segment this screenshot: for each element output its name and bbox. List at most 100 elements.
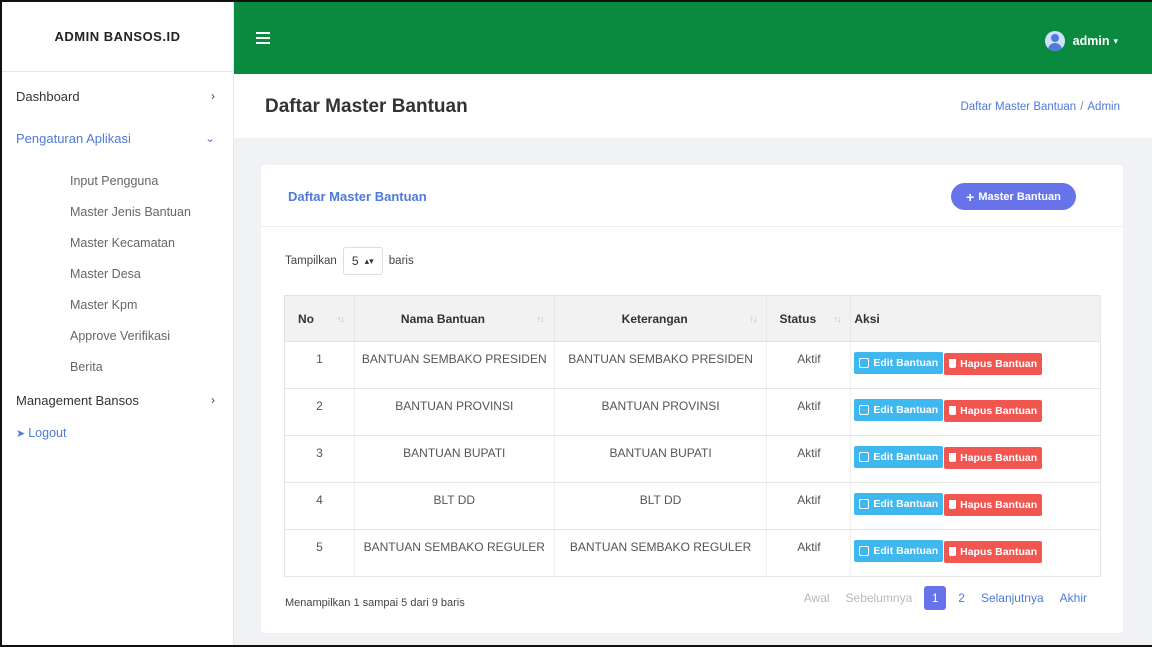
pager-previous[interactable]: Sebelumnya [838,583,921,613]
sidebar-item-pengaturan-aplikasi[interactable]: Pengaturan Aplikasi ⌄ [2,117,233,159]
page-length-control: Tampilkan 5 ▴▾ baris [285,247,414,275]
trash-icon [949,453,957,462]
edit-icon [859,358,870,368]
submenu-item-berita[interactable]: Berita [2,351,233,382]
table-info: Menampilkan 1 sampai 5 dari 9 baris [285,597,465,609]
cell-keterangan: BANTUAN SEMBAKO REGULER [554,529,768,577]
brand-logo[interactable]: ADMIN BANSOS.ID [2,2,233,72]
hapus-bantuan-button[interactable]: Hapus Bantuan [944,352,1043,375]
submenu-item-master-desa[interactable]: Master Desa [2,258,233,289]
user-menu[interactable]: admin ▾ [1044,31,1118,51]
sidebar: ADMIN BANSOS.ID Dashboard › Pengaturan A… [2,2,234,645]
length-prefix: Tampilkan [285,255,337,267]
logout-link[interactable]: ➤ Logout [2,418,233,448]
cell-no: 4 [284,482,355,530]
edit-bantuan-button[interactable]: Edit Bantuan [854,540,944,562]
cell-keterangan: BANTUAN SEMBAKO PRESIDEN [554,341,768,389]
edit-bantuan-button[interactable]: Edit Bantuan [854,399,944,421]
master-bantuan-card: Daftar Master Bantuan + Master Bantuan T… [261,165,1123,633]
cell-keterangan: BLT DD [554,482,768,530]
submenu-item-approve-verifikasi[interactable]: Approve Verifikasi [2,320,233,351]
cell-no: 1 [284,341,355,389]
cell-nama-bantuan: BANTUAN SEMBAKO REGULER [354,529,555,577]
cell-nama-bantuan: BANTUAN PROVINSI [354,388,555,436]
column-header-keterangan[interactable]: Keterangan ↑↓ [554,295,768,342]
cell-aksi: Edit Bantuan Hapus Bantuan [850,341,1101,389]
topbar: admin ▾ [234,2,1152,74]
hapus-bantuan-button[interactable]: Hapus Bantuan [944,446,1043,469]
cell-nama-bantuan: BANTUAN BUPATI [354,435,555,483]
cell-aksi: Edit Bantuan Hapus Bantuan [850,482,1101,530]
submenu-item-input-pengguna[interactable]: Input Pengguna [2,165,233,196]
chevron-down-icon: ⌄ [204,131,215,145]
cell-no: 5 [284,529,355,577]
cell-aksi: Edit Bantuan Hapus Bantuan [850,529,1101,577]
column-header-status[interactable]: Status ↑↓ [766,295,852,342]
sort-icon: ↑↓ [749,314,757,324]
trash-icon [949,547,957,556]
logout-icon: ➤ [16,427,26,440]
cell-status: Aktif [766,341,852,389]
chevron-right-icon: › [211,89,215,103]
plus-icon: + [966,188,975,205]
trash-icon [949,406,957,415]
table-row: 1 BANTUAN SEMBAKO PRESIDEN BANTUAN SEMBA… [284,341,1101,389]
pager-page-1[interactable]: 1 [924,586,947,610]
cell-no: 3 [284,435,355,483]
sort-icon: ↑↓ [833,314,841,324]
page-length-value: 5 [351,254,359,268]
pager-last[interactable]: Akhir [1052,583,1095,613]
sidebar-item-label: Pengaturan Aplikasi [16,130,131,146]
submenu-item-master-jenis-bantuan[interactable]: Master Jenis Bantuan [2,196,233,227]
submenu: Input Pengguna Master Jenis Bantuan Mast… [2,165,233,382]
column-header-no[interactable]: No ↑↓ [284,295,355,342]
edit-icon [859,452,870,462]
caret-down-icon: ▾ [1113,35,1118,46]
card-header: Daftar Master Bantuan + Master Bantuan [261,165,1123,227]
table-row: 2 BANTUAN PROVINSI BANTUAN PROVINSI Akti… [284,388,1101,436]
pager-next[interactable]: Selanjutnya [973,583,1052,613]
cell-status: Aktif [766,435,852,483]
cell-status: Aktif [766,482,852,530]
page-length-select[interactable]: 5 ▴▾ [342,247,383,275]
select-arrows-icon: ▴▾ [364,255,374,266]
edit-icon [859,499,870,509]
sidebar-item-dashboard[interactable]: Dashboard › [2,76,233,116]
add-master-bantuan-button[interactable]: + Master Bantuan [951,183,1076,210]
cell-aksi: Edit Bantuan Hapus Bantuan [850,435,1101,483]
hapus-bantuan-button[interactable]: Hapus Bantuan [944,540,1043,563]
hapus-bantuan-button[interactable]: Hapus Bantuan [944,399,1043,422]
sidebar-item-label: Dashboard [16,88,80,104]
cell-status: Aktif [766,529,852,577]
cell-aksi: Edit Bantuan Hapus Bantuan [850,388,1101,436]
sidebar-item-management-bansos[interactable]: Management Bansos › [2,382,233,418]
breadcrumb: Daftar Master Bantuan / Admin [960,101,1120,113]
edit-bantuan-button[interactable]: Edit Bantuan [854,352,944,374]
pager-first[interactable]: Awal [796,583,838,613]
hapus-bantuan-button[interactable]: Hapus Bantuan [944,493,1043,516]
pagination: Awal Sebelumnya 1 2 Selanjutnya Akhir [796,583,1095,613]
pager-page-2[interactable]: 2 [950,583,973,613]
main-content: Daftar Master Bantuan Daftar Master Bant… [234,74,1152,645]
cell-keterangan: BANTUAN BUPATI [554,435,768,483]
add-button-label: Master Bantuan [978,190,1061,203]
table-row: 4 BLT DD BLT DD Aktif Edit Bantuan Hapus … [284,482,1101,530]
page-title: Daftar Master Bantuan [265,96,468,117]
cell-no: 2 [284,388,355,436]
column-header-nama-bantuan[interactable]: Nama Bantuan ↑↓ [354,295,555,342]
breadcrumb-item[interactable]: Daftar Master Bantuan [960,101,1076,113]
submenu-item-master-kpm[interactable]: Master Kpm [2,289,233,320]
trash-icon [949,500,957,509]
table-row: 3 BANTUAN BUPATI BANTUAN BUPATI Aktif Ed… [284,435,1101,483]
cell-nama-bantuan: BANTUAN SEMBAKO PRESIDEN [354,341,555,389]
hamburger-icon[interactable] [256,32,270,47]
trash-icon [949,359,957,368]
submenu-item-master-kecamatan[interactable]: Master Kecamatan [2,227,233,258]
card-title: Daftar Master Bantuan [288,189,427,204]
edit-bantuan-button[interactable]: Edit Bantuan [854,446,944,468]
edit-bantuan-button[interactable]: Edit Bantuan [854,493,944,515]
app-frame: ADMIN BANSOS.ID Dashboard › Pengaturan A… [0,0,1152,647]
chevron-right-icon: › [211,393,215,407]
cell-status: Aktif [766,388,852,436]
breadcrumb-item[interactable]: Admin [1087,101,1120,113]
